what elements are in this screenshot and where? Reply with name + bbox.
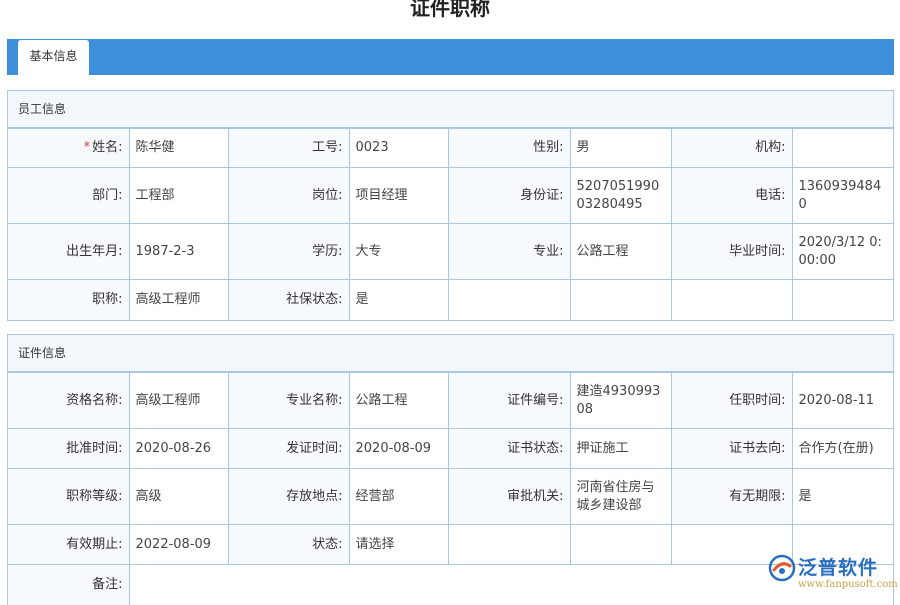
watermark-url: www.fanpusoft.com xyxy=(798,579,898,590)
storage-place-label: 存放地点: xyxy=(227,468,350,525)
required-asterisk: * xyxy=(83,140,91,155)
watermark-logo: 泛普软件 www.fanpusoft.com xyxy=(768,552,898,598)
table-row: 职称: 高级工程师 社保状态: 是 xyxy=(8,279,893,320)
graduation-label: 毕业时间: xyxy=(670,223,793,280)
table-row: 备注: xyxy=(8,564,893,605)
cert-destination-field[interactable]: 合作方(在册) xyxy=(791,428,893,469)
social-security-label: 社保状态: xyxy=(227,279,350,320)
approval-date-field[interactable]: 2020-08-26 xyxy=(128,428,229,469)
state-label: 状态: xyxy=(227,524,350,565)
birth-field[interactable]: 1987-2-3 xyxy=(128,223,229,280)
expiry-label: 有效期止: xyxy=(8,524,130,565)
employee-id-field[interactable]: 0023 xyxy=(348,128,449,168)
empty-cell xyxy=(569,524,672,565)
appointment-label: 任职时间: xyxy=(670,372,793,429)
post-label: 岗位: xyxy=(227,167,350,224)
major-label: 专业: xyxy=(447,223,571,280)
empty-cell xyxy=(791,279,893,320)
table-row: 有效期止: 2022-08-09 状态: 请选择 xyxy=(8,524,893,565)
approval-authority-label: 审批机关: xyxy=(447,468,571,525)
remark-label: 备注: xyxy=(8,564,130,605)
storage-place-field[interactable]: 经营部 xyxy=(348,468,449,525)
expiry-field[interactable]: 2022-08-09 xyxy=(128,524,229,565)
approval-date-label: 批准时间: xyxy=(8,428,130,469)
employee-info-section: 员工信息 * 姓名: 陈华健 工号: 0023 性别: 男 机构: 部门: 工程部… xyxy=(7,90,894,321)
empty-cell xyxy=(447,279,571,320)
employee-info-table: * 姓名: 陈华健 工号: 0023 性别: 男 机构: 部门: 工程部 岗位: … xyxy=(8,128,893,320)
indefinite-label: 有无期限: xyxy=(670,468,793,525)
org-field[interactable] xyxy=(791,128,893,168)
major-field[interactable]: 公路工程 xyxy=(569,223,672,280)
table-row: 资格名称: 高级工程师 专业名称: 公路工程 证件编号: 建造493099308… xyxy=(8,372,893,429)
title-label: 职称: xyxy=(8,279,130,320)
cert-destination-label: 证书去向: xyxy=(670,428,793,469)
gender-label: 性别: xyxy=(447,128,571,168)
section-header-certificate: 证件信息 xyxy=(8,335,893,372)
fanpu-logo-icon xyxy=(768,554,796,582)
watermark-name: 泛普软件 xyxy=(798,557,879,579)
employee-id-label: 工号: xyxy=(227,128,350,168)
qualification-label: 资格名称: xyxy=(8,372,130,429)
cert-number-field[interactable]: 建造493099308 xyxy=(569,372,672,429)
dept-field[interactable]: 工程部 xyxy=(128,167,229,224)
empty-cell xyxy=(569,279,672,320)
org-label: 机构: xyxy=(670,128,793,168)
birth-label: 出生年月: xyxy=(8,223,130,280)
gender-field[interactable]: 男 xyxy=(569,128,672,168)
title-level-label: 职称等级: xyxy=(8,468,130,525)
cert-status-label: 证书状态: xyxy=(447,428,571,469)
table-row: 出生年月: 1987-2-3 学历: 大专 专业: 公路工程 毕业时间: 202… xyxy=(8,223,893,280)
cert-number-label: 证件编号: xyxy=(447,372,571,429)
social-security-field[interactable]: 是 xyxy=(348,279,449,320)
issue-date-label: 发证时间: xyxy=(227,428,350,469)
section-header-employee: 员工信息 xyxy=(8,91,893,128)
table-row: 部门: 工程部 岗位: 项目经理 身份证: 520705199003280495… xyxy=(8,167,893,224)
idcard-field[interactable]: 520705199003280495 xyxy=(569,167,672,224)
education-field[interactable]: 大专 xyxy=(348,223,449,280)
graduation-field[interactable]: 2020/3/12 0:00:00 xyxy=(791,223,893,280)
idcard-label: 身份证: xyxy=(447,167,571,224)
issue-date-field[interactable]: 2020-08-09 xyxy=(348,428,449,469)
education-label: 学历: xyxy=(227,223,350,280)
post-field[interactable]: 项目经理 xyxy=(348,167,449,224)
phone-label: 电话: xyxy=(670,167,793,224)
name-field[interactable]: 陈华健 xyxy=(128,128,229,168)
title-field[interactable]: 高级工程师 xyxy=(128,279,229,320)
specialty-label: 专业名称: xyxy=(227,372,350,429)
table-row: 批准时间: 2020-08-26 发证时间: 2020-08-09 证书状态: … xyxy=(8,428,893,469)
dept-label: 部门: xyxy=(8,167,130,224)
cert-status-field[interactable]: 押证施工 xyxy=(569,428,672,469)
tab-basic-info[interactable]: 基本信息 xyxy=(18,40,89,75)
title-level-field[interactable]: 高级 xyxy=(128,468,229,525)
table-row: 职称等级: 高级 存放地点: 经营部 审批机关: 河南省住房与城乡建设部 有无期… xyxy=(8,468,893,525)
appointment-field[interactable]: 2020-08-11 xyxy=(791,372,893,429)
empty-cell xyxy=(447,524,571,565)
empty-cell xyxy=(670,279,793,320)
approval-authority-field[interactable]: 河南省住房与城乡建设部 xyxy=(569,468,672,525)
certificate-info-section: 证件信息 资格名称: 高级工程师 专业名称: 公路工程 证件编号: 建造4930… xyxy=(7,334,894,605)
phone-field[interactable]: 13609394840 xyxy=(791,167,893,224)
specialty-field[interactable]: 公路工程 xyxy=(348,372,449,429)
indefinite-field[interactable]: 是 xyxy=(791,468,893,525)
name-label: * 姓名: xyxy=(8,128,130,168)
certificate-info-table: 资格名称: 高级工程师 专业名称: 公路工程 证件编号: 建造493099308… xyxy=(8,372,893,605)
state-select[interactable]: 请选择 xyxy=(348,524,449,565)
qualification-field[interactable]: 高级工程师 xyxy=(128,372,229,429)
tab-bar: 基本信息 xyxy=(7,39,894,75)
table-row: * 姓名: 陈华健 工号: 0023 性别: 男 机构: xyxy=(8,128,893,168)
page-title: 证件职称 xyxy=(410,0,490,20)
